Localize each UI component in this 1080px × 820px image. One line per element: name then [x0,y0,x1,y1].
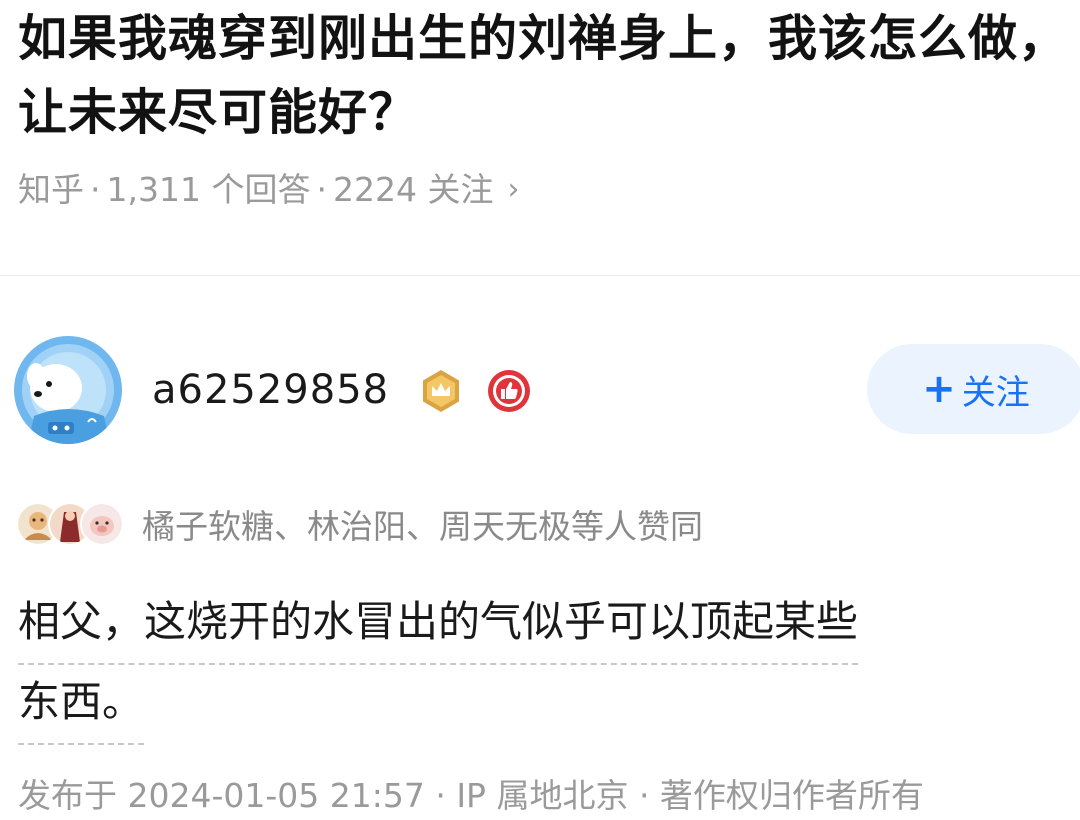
voters[interactable]: 橘子软糖、林治阳、周天无极等人赞同 [16,500,703,548]
plus-icon: + [922,366,956,412]
meta-separator: · [316,170,327,209]
thumb-up-badge-icon [488,370,530,412]
answer-body[interactable]: 相父，这烧开的水冒出的气似乎可以顶起某些 东西。 [18,582,1058,745]
follow-button[interactable]: + 关注 [867,344,1080,434]
divider [0,275,1080,276]
followers-count: 2224 关注 [332,170,494,209]
voter-avatar-3 [80,502,124,546]
question-source: 知乎 [18,170,84,209]
chevron-right-icon: › [507,172,520,207]
crown-badge-icon [423,370,459,412]
follow-button-label: 关注 [961,372,1030,413]
question-title[interactable]: 如果我魂穿到刚出生的刘禅身上，我该怎么做，让未来尽可能好？ [18,2,1068,150]
question-meta[interactable]: 知乎 · 1,311 个回答 · 2224 关注 › [18,168,519,212]
author-avatar[interactable] [14,336,122,444]
answers-count: 1,311 个回答 [106,170,311,209]
meta-separator: · [90,170,101,209]
answer-text: 相父，这烧开的水冒出的气似乎可以顶起某些 [18,589,859,665]
answer-line-2: 东西。 [18,662,1058,745]
author-name[interactable]: a62529858 [152,366,389,414]
publish-info: 发布于 2024-01-05 21:57 · IP 属地北京 · 著作权归作者所… [18,776,924,815]
answer-line-1: 相父，这烧开的水冒出的气似乎可以顶起某些 [18,582,1058,665]
answer-text: 东西。 [18,669,145,745]
voters-text: 橘子软糖、林治阳、周天无极等人赞同 [142,507,703,546]
